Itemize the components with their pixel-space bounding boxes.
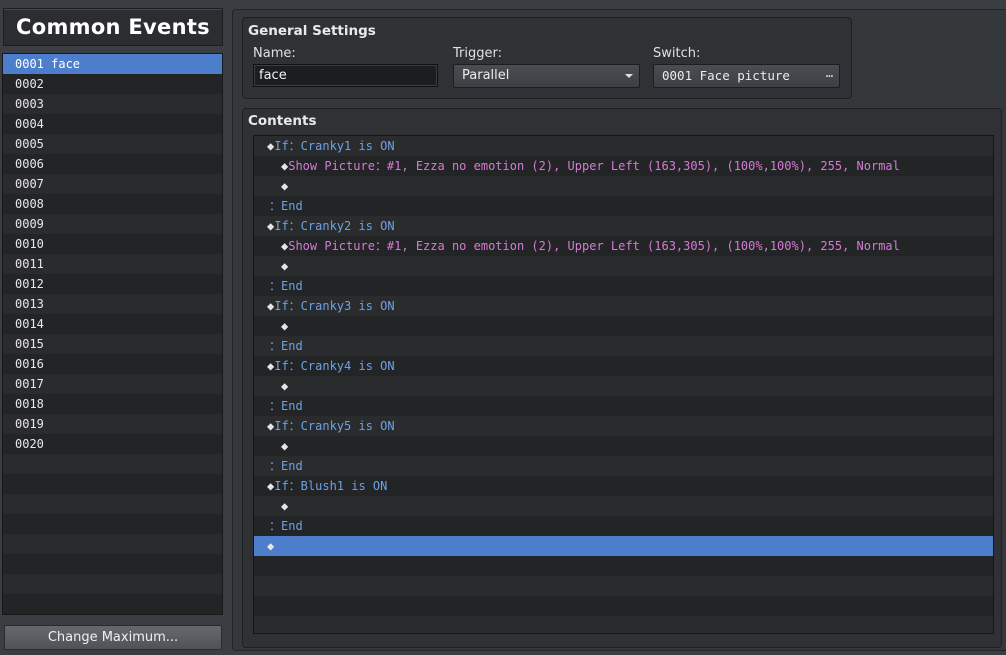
command-empty-row <box>254 616 993 633</box>
command-diamond-icon: ◆ <box>281 379 289 393</box>
command-text: If：Cranky1 is ON <box>274 139 395 153</box>
switch-value: 0001 Face picture <box>662 68 790 83</box>
name-label: Name: <box>253 46 296 61</box>
command-row[interactable]: ◆ <box>254 436 993 456</box>
command-empty-row <box>254 596 993 616</box>
command-row[interactable]: ◆ <box>254 376 993 396</box>
event-list-item[interactable]: 0015 <box>3 334 222 354</box>
command-row[interactable]: ：End <box>254 196 993 216</box>
command-diamond-icon: ◆ <box>281 319 289 333</box>
event-list-item[interactable]: 0011 <box>3 254 222 274</box>
switch-select[interactable]: 0001 Face picture ⋯ <box>653 64 840 88</box>
command-diamond-icon: ◆ <box>281 439 289 453</box>
command-row[interactable]: ◆Show Picture：#1, Ezza no emotion (2), U… <box>254 156 993 176</box>
event-list-item[interactable]: 0013 <box>3 294 222 314</box>
name-input[interactable]: face <box>253 64 438 87</box>
event-list-item[interactable]: 0001 face <box>3 54 222 74</box>
event-list-item[interactable]: 0002 <box>3 74 222 94</box>
event-list-item[interactable]: 0014 <box>3 314 222 334</box>
trigger-value: Parallel <box>462 68 510 83</box>
command-text: If：Cranky5 is ON <box>274 419 395 433</box>
event-list-item[interactable]: 0009 <box>3 214 222 234</box>
switch-label: Switch: <box>653 46 701 61</box>
command-text: If：Cranky2 is ON <box>274 219 395 233</box>
event-list-item[interactable]: 0004 <box>3 114 222 134</box>
trigger-select[interactable]: Parallel <box>453 64 640 88</box>
command-list[interactable]: ◆If：Cranky1 is ON ◆Show Picture：#1, Ezza … <box>253 135 994 634</box>
event-list-empty-row <box>3 574 222 594</box>
command-row[interactable]: ：End <box>254 456 993 476</box>
ellipsis-icon[interactable]: ⋯ <box>826 65 833 87</box>
command-text: If：Cranky4 is ON <box>274 359 395 373</box>
command-text: ：End <box>269 399 303 413</box>
event-list-item[interactable]: 0019 <box>3 414 222 434</box>
command-diamond-icon: ◆ <box>281 499 289 513</box>
event-list-item[interactable]: 0016 <box>3 354 222 374</box>
command-row[interactable]: ◆If：Blush1 is ON <box>254 476 993 496</box>
command-row[interactable]: ：End <box>254 276 993 296</box>
common-events-title: Common Events <box>3 8 223 46</box>
event-list[interactable]: 0001 face 0002 0003 0004 0005 0006 0007 0008 000… <box>2 53 223 615</box>
change-maximum-button[interactable]: Change Maximum... <box>4 625 222 650</box>
general-settings-title: General Settings <box>248 23 376 39</box>
command-row[interactable]: ：End <box>254 396 993 416</box>
command-row[interactable]: ◆If：Cranky2 is ON <box>254 216 993 236</box>
event-list-item[interactable]: 0018 <box>3 394 222 414</box>
command-row[interactable]: ◆ <box>254 496 993 516</box>
command-empty-row <box>254 576 993 596</box>
command-text: ：End <box>269 199 303 213</box>
command-row[interactable]: ◆If：Cranky3 is ON <box>254 296 993 316</box>
command-text: Show Picture：#1, Ezza no emotion (2), Up… <box>288 159 900 173</box>
command-text: Show Picture：#1, Ezza no emotion (2), Up… <box>288 239 900 253</box>
event-list-item[interactable]: 0012 <box>3 274 222 294</box>
event-list-empty-row <box>3 494 222 514</box>
event-list-empty-row <box>3 594 222 614</box>
command-row[interactable]: ◆Show Picture：#1, Ezza no emotion (2), U… <box>254 236 993 256</box>
command-row[interactable]: ：End <box>254 336 993 356</box>
command-diamond-icon: ◆ <box>281 179 289 193</box>
event-list-item[interactable]: 0008 <box>3 194 222 214</box>
event-list-empty-row <box>3 554 222 574</box>
event-list-item[interactable]: 0020 <box>3 434 222 454</box>
command-diamond-icon: ◆ <box>281 259 289 273</box>
command-diamond-icon: ◆ <box>267 539 275 553</box>
event-list-item[interactable]: 0006 <box>3 154 222 174</box>
event-list-item[interactable]: 0010 <box>3 234 222 254</box>
trigger-label: Trigger: <box>453 46 502 61</box>
command-row[interactable]: ◆ <box>254 256 993 276</box>
command-text: ：End <box>269 459 303 473</box>
command-text: ：End <box>269 519 303 533</box>
command-text: If：Blush1 is ON <box>274 479 388 493</box>
command-row[interactable]: ◆ <box>254 176 993 196</box>
command-empty-row <box>254 556 993 576</box>
event-list-empty-row <box>3 514 222 534</box>
event-list-item[interactable]: 0007 <box>3 174 222 194</box>
command-row[interactable]: ◆If：Cranky1 is ON <box>254 136 993 156</box>
command-row[interactable]: ◆If：Cranky5 is ON <box>254 416 993 436</box>
command-text: If：Cranky3 is ON <box>274 299 395 313</box>
contents-title: Contents <box>248 113 317 129</box>
command-row[interactable]: ◆If：Cranky4 is ON <box>254 356 993 376</box>
chevron-down-icon <box>625 74 633 78</box>
event-list-empty-row <box>3 454 222 474</box>
event-list-empty-row <box>3 534 222 554</box>
event-list-item[interactable]: 0017 <box>3 374 222 394</box>
event-list-item[interactable]: 0003 <box>3 94 222 114</box>
command-row[interactable]: ◆ <box>254 316 993 336</box>
command-text: ：End <box>269 339 303 353</box>
command-text: ：End <box>269 279 303 293</box>
command-row[interactable]: ：End <box>254 516 993 536</box>
event-list-item[interactable]: 0005 <box>3 134 222 154</box>
command-row[interactable]: ◆ <box>254 536 993 556</box>
event-list-empty-row <box>3 474 222 494</box>
